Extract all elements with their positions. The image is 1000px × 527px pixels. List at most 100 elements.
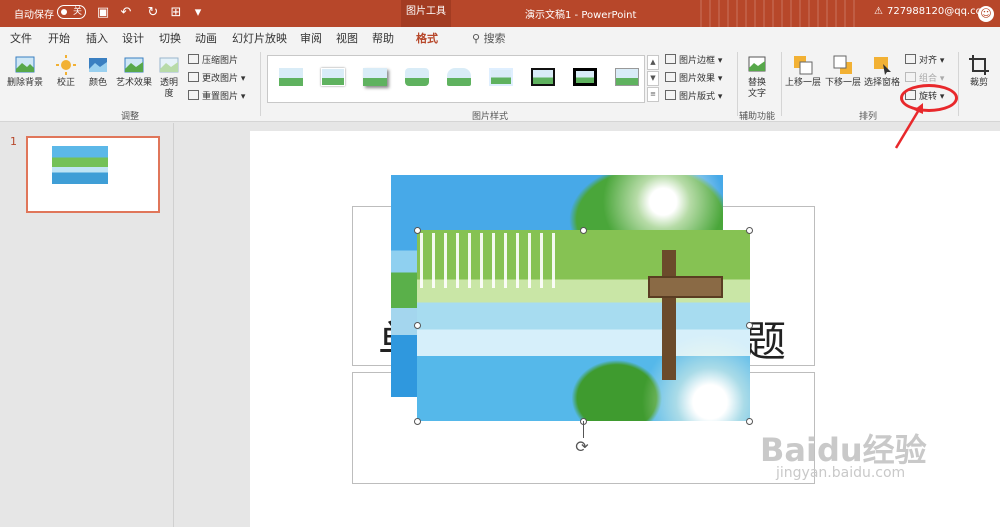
color-button[interactable]: 颜色 [84, 54, 112, 89]
title-bar: 自动保存 关 ▣ ↶ ↻ ⊞ ▾ 图片工具 演示文稿1 - PowerPoint… [0, 0, 1000, 27]
align-label: 对齐 [919, 56, 938, 66]
tab-view[interactable]: 视图 [336, 30, 358, 46]
style-thumb[interactable] [402, 65, 432, 89]
picture-border-button[interactable]: 图片边框 ▾ [665, 54, 722, 67]
style-thumb[interactable] [612, 65, 642, 89]
separator [958, 52, 959, 116]
resize-handle[interactable] [746, 227, 753, 234]
avatar[interactable]: ☺ [978, 6, 994, 22]
resize-handle[interactable] [746, 418, 753, 425]
title-decoration [700, 0, 860, 27]
color-icon [89, 58, 107, 72]
tab-file[interactable]: 文件 [10, 30, 32, 46]
style-preview [489, 68, 513, 86]
presentation-icon[interactable]: ⊞ [168, 5, 184, 21]
resize-handle[interactable] [414, 227, 421, 234]
compress-icon [188, 54, 199, 64]
gallery-scroll-down[interactable]: ▼ [647, 71, 659, 86]
gallery-more[interactable]: ≡ [647, 87, 659, 102]
redo-icon[interactable]: ↻ [145, 5, 161, 21]
customize-qat-icon[interactable]: ▾ [190, 5, 206, 21]
tab-slideshow[interactable]: 幻灯片放映 [232, 30, 287, 46]
style-preview [405, 68, 429, 86]
artistic-effects-icon [124, 57, 144, 73]
corrections-button[interactable]: 校正 [52, 54, 80, 89]
title-text-right: 题 [744, 317, 787, 366]
change-picture-icon [188, 72, 199, 82]
autosave-toggle[interactable]: 关 [57, 5, 86, 19]
ribbon: 删除背景 校正 颜色 艺术效果 透明 度 压缩图片 更改图片 ▾ 重置图片 ▾ … [0, 48, 1000, 122]
account-info[interactable]: ⚠ 727988120@qq.com [874, 6, 991, 17]
crop-button[interactable]: 裁剪 [964, 54, 994, 89]
style-thumb[interactable] [318, 65, 348, 89]
picture-layout-button[interactable]: 图片版式 ▾ [665, 90, 722, 103]
compress-label: 压缩图片 [202, 56, 239, 66]
style-thumb[interactable] [528, 65, 558, 89]
save-icon[interactable]: ▣ [95, 5, 111, 21]
separator [260, 52, 261, 116]
adjust-group-label: 调整 [120, 112, 139, 122]
gallery-scroll-up[interactable]: ▲ [647, 55, 659, 70]
rotation-connector [583, 421, 584, 438]
reset-picture-button[interactable]: 重置图片 ▾ [188, 90, 245, 103]
tab-transitions[interactable]: 切换 [159, 30, 181, 46]
picture-effects-button[interactable]: 图片效果 ▾ [665, 72, 722, 85]
style-preview [615, 68, 639, 86]
group-icon [905, 72, 916, 82]
search-box[interactable]: ⚲ 搜索 [472, 30, 506, 46]
ribbon-tab-row: 文件 开始 插入 设计 切换 动画 幻灯片放映 审阅 视图 帮助 格式 ⚲ 搜索 [0, 27, 1000, 50]
slide-thumbnail[interactable] [26, 136, 160, 213]
style-preview [279, 68, 303, 86]
toggle-state: 关 [73, 7, 83, 17]
tab-format[interactable]: 格式 [416, 30, 438, 50]
watermark-url: jingyan.baidu.com [776, 465, 906, 481]
selection-pane-button[interactable]: 选择窗格 [862, 54, 902, 89]
separator [781, 52, 782, 116]
tab-design[interactable]: 设计 [122, 30, 144, 46]
alt-text-button[interactable]: 替换 文字 [742, 54, 772, 100]
style-thumb[interactable] [444, 65, 474, 89]
change-picture-button[interactable]: 更改图片 ▾ [188, 72, 245, 85]
tab-help[interactable]: 帮助 [372, 30, 394, 46]
picture-border-label: 图片边框 [679, 56, 716, 66]
send-backward-button[interactable]: 下移一层 [824, 54, 862, 89]
arrange-group-label: 排列 [858, 112, 877, 122]
remove-background-button[interactable]: 删除背景 [4, 54, 46, 89]
style-thumb[interactable] [570, 65, 600, 89]
toggle-knob [61, 9, 67, 15]
picture-border-icon [665, 54, 676, 64]
align-button[interactable]: 对齐 ▾ [905, 54, 944, 67]
remove-background-label: 删除背景 [6, 78, 43, 88]
crop-icon [969, 55, 989, 75]
tab-review[interactable]: 审阅 [300, 30, 322, 46]
resize-handle[interactable] [414, 418, 421, 425]
bench-detail [648, 276, 723, 298]
artistic-effects-button[interactable]: 艺术效果 [114, 54, 154, 89]
alt-text-icon [748, 56, 766, 72]
reset-picture-icon [188, 90, 199, 100]
search-label: 搜索 [483, 32, 506, 45]
bring-forward-label: 上移一层 [784, 78, 821, 88]
transparency-button[interactable]: 透明 度 [156, 54, 182, 100]
rotation-handle-icon[interactable]: ⟳ [573, 438, 591, 456]
artistic-effects-label: 艺术效果 [115, 78, 152, 88]
resize-handle[interactable] [580, 227, 587, 234]
picture-layout-icon [665, 90, 676, 100]
group-button[interactable]: 组合 ▾ [905, 72, 944, 85]
bring-forward-button[interactable]: 上移一层 [784, 54, 822, 89]
style-thumb[interactable] [486, 65, 516, 89]
style-thumb[interactable] [276, 65, 306, 89]
tab-animations[interactable]: 动画 [195, 30, 217, 46]
undo-icon[interactable]: ↶ [118, 5, 134, 21]
compress-pictures-button[interactable]: 压缩图片 [188, 54, 238, 67]
style-preview [447, 68, 471, 86]
transparency-label-1: 透明 [159, 78, 178, 88]
fence-detail [420, 233, 560, 288]
send-backward-label: 下移一层 [824, 78, 861, 88]
tab-insert[interactable]: 插入 [86, 30, 108, 46]
style-thumb[interactable] [360, 65, 390, 89]
resize-handle[interactable] [746, 322, 753, 329]
warning-icon: ⚠ [874, 6, 883, 17]
resize-handle[interactable] [414, 322, 421, 329]
tab-home[interactable]: 开始 [48, 30, 70, 46]
